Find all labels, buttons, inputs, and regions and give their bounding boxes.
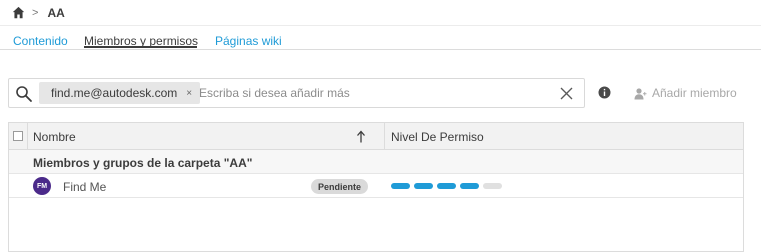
breadcrumb-current: AA — [47, 5, 65, 20]
column-header-permission[interactable]: Nivel De Permiso — [391, 130, 484, 144]
user-add-icon — [634, 87, 647, 99]
permission-level-segment[interactable] — [437, 183, 456, 189]
email-chip: find.me@autodesk.com × — [39, 82, 201, 104]
permission-level-segment[interactable] — [391, 183, 410, 189]
add-member-label: Añadir miembro — [652, 86, 737, 100]
member-search-box: find.me@autodesk.com × — [8, 78, 585, 108]
sort-ascending-icon[interactable] — [356, 130, 366, 143]
group-label: Miembros y grupos de la carpeta "AA" — [33, 156, 253, 170]
breadcrumb: > AA — [0, 0, 761, 26]
home-icon[interactable] — [12, 6, 25, 19]
member-name: Find Me — [63, 180, 107, 194]
permission-level-segment[interactable] — [414, 183, 433, 189]
group-header-row: Miembros y grupos de la carpeta "AA" — [9, 150, 743, 174]
permission-level-segment[interactable] — [483, 183, 502, 189]
info-icon[interactable] — [598, 86, 611, 99]
status-badge: Pendiente — [311, 179, 369, 194]
tab-paginas-wiki[interactable]: Páginas wiki — [215, 34, 282, 48]
permission-level-segment[interactable] — [460, 183, 479, 189]
chip-remove-icon[interactable]: × — [186, 88, 192, 99]
table-row[interactable]: FM Find Me Pendiente — [9, 174, 743, 198]
search-icon — [16, 86, 32, 102]
tab-contenido[interactable]: Contenido — [13, 34, 68, 48]
breadcrumb-separator: > — [32, 6, 39, 19]
column-header-name[interactable]: Nombre — [33, 130, 76, 144]
members-table: Nombre Nivel De Permiso Miembros y grupo… — [8, 122, 744, 252]
email-chip-label: find.me@autodesk.com — [51, 86, 178, 100]
column-divider — [384, 123, 385, 150]
table-header: Nombre Nivel De Permiso — [9, 123, 743, 150]
active-tab-indicator — [84, 46, 197, 48]
clear-icon[interactable] — [560, 87, 573, 100]
search-input[interactable] — [199, 83, 549, 103]
select-all-checkbox[interactable] — [13, 131, 23, 141]
column-divider — [27, 123, 28, 150]
avatar: FM — [33, 177, 51, 195]
permission-level-selector[interactable] — [391, 183, 502, 189]
add-member-button[interactable]: Añadir miembro — [634, 86, 737, 100]
